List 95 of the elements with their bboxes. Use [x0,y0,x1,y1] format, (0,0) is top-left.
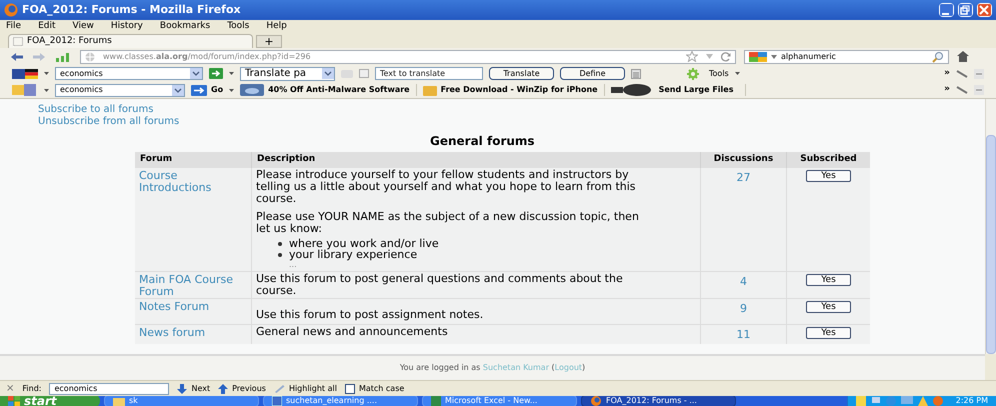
signal-bars-icon[interactable] [54,52,72,62]
translate-select[interactable]: Translate pa [240,66,335,80]
search-dropdown[interactable]: economics [55,67,203,80]
window-title: FOA_2012: Forums - Mozilla Firefox [22,2,242,18]
folder-icon [113,396,125,406]
description-text: General news and announcements [256,326,449,338]
forum-link[interactable]: Subscribe to all forums [38,104,154,116]
find-label: Find: [22,382,42,394]
toolbar-button[interactable]: Translate [489,67,554,80]
menu-item[interactable]: Bookmarks [160,20,210,34]
colorful-logo-icon [749,52,767,62]
menu-item[interactable]: History [110,20,143,34]
bullet-icon [278,242,282,246]
taskbar-button[interactable]: FOA_2012: Forums - ... [581,396,736,406]
subscribed-button[interactable]: Yes [806,301,851,313]
windows-logo-icon [8,396,20,406]
overflow-chevron[interactable]: » [944,66,950,80]
column-header: Subscribed [787,152,870,168]
down-arrow-icon [177,384,188,394]
flag-icon[interactable] [12,68,38,78]
arrow-icon [191,84,207,96]
subscribed-button[interactable]: Yes [806,327,851,339]
find-field[interactable]: economics [49,382,170,394]
dropdown-caret-icon[interactable] [229,72,234,75]
toolbar-button[interactable]: Define [560,67,625,80]
subscribed-button[interactable]: Yes [806,170,851,182]
scrollbar-thumb[interactable] [986,135,996,354]
arrow-icon[interactable] [209,68,223,79]
login-status-text: You are logged in as Suchetan Kumar (Logout) [400,362,586,374]
spreadsheet-icon [431,396,441,406]
dropdown-caret-icon[interactable] [44,72,49,75]
next-button[interactable]: Next [177,382,210,394]
description-text: Use this forum to post general questions and comments about the course. [256,273,624,297]
folder-icon [422,84,437,96]
search-icon [932,50,944,62]
taskbar-button[interactable]: suchetan_elearning .... [263,396,418,406]
description-text: Please introduce yourself to your fellow students and instructors by telling us a little about yourself and what you hope to learn from this course. [256,169,637,205]
tools-menu[interactable]: Tools [709,68,729,80]
up-arrow-icon [218,384,228,394]
restore-button[interactable] [958,3,973,17]
menu-item[interactable]: View [72,20,94,34]
close-button[interactable] [977,3,992,17]
column-header: Discussions [701,152,787,168]
toolbar-logo-icon[interactable] [12,84,38,96]
dropdown-caret-icon[interactable] [229,88,234,92]
firefox-icon [590,396,602,406]
browser-tab[interactable]: FOA_2012: Forums [8,34,253,48]
column-header: Description [252,152,701,168]
overflow-chevron[interactable]: » [944,83,950,97]
toolbar-link[interactable]: Free Download - WinZip for iPhone [422,84,605,96]
calculator-icon[interactable] [631,68,641,78]
search-dropdown[interactable]: economics [55,84,185,96]
reload-icon[interactable] [721,52,731,62]
section-heading: General forums [430,134,535,148]
description-text: Use this forum to post assignment notes. [256,309,484,321]
highlight-all-button[interactable]: Highlight all [274,382,337,394]
star-icon[interactable] [686,51,698,62]
taskbar-button[interactable]: sk [104,396,259,406]
menu-item[interactable]: Edit [38,20,56,34]
list-item-text: your library experience [289,249,418,260]
clock-text: 2:26 PM [956,396,988,406]
toolbar-link[interactable]: 40% Off Anti-Malware Software [240,84,417,96]
start-button[interactable]: start [0,396,100,406]
checkbox-label: Match case [358,382,404,394]
dropdown-caret-icon[interactable] [44,88,49,92]
globe-icon [85,52,95,62]
firefox-icon [4,3,18,17]
subscribed-button[interactable]: Yes [806,274,851,286]
forward-arrow-icon[interactable] [32,52,46,62]
dropdown-caret-icon [771,54,777,58]
minimize-button[interactable] [939,3,954,17]
description-text: Please use YOUR NAME as the subject of a new discussion topic, then let us know: [256,211,640,235]
toolbar-link[interactable]: Send Large Files [610,84,746,96]
text-to-translate-field[interactable]: Text to translate [375,67,483,80]
cloud-icon [240,84,264,96]
dropdown-caret-icon[interactable] [734,72,740,75]
bullet-icon [278,252,282,256]
new-tab-button[interactable]: + [256,35,282,48]
search-field[interactable]: alphanumeric [744,50,949,64]
menu-item[interactable]: File [6,20,22,34]
back-arrow-icon[interactable] [10,52,24,62]
column-header: Forum [135,152,252,168]
page-icon [13,37,23,46]
match-case-checkbox[interactable] [344,384,355,394]
forum-link[interactable]: Unsubscribe from all forums [38,116,180,128]
taskbar-button[interactable]: Microsoft Excel - New... [422,396,577,406]
previous-button[interactable]: Previous [218,382,266,394]
address-bar[interactable]: www.classes.ala.org/mod/forum/index.php?id=296 [80,50,736,64]
menu-item[interactable]: Help [266,20,287,34]
menu-item[interactable]: Tools [227,20,250,34]
list-item-text: where you work and/or live [289,238,439,249]
ellipsis-text: ... [289,260,297,270]
close-button[interactable]: × [6,381,14,396]
home-icon[interactable] [957,51,969,62]
go-button[interactable]: Go [191,84,224,96]
